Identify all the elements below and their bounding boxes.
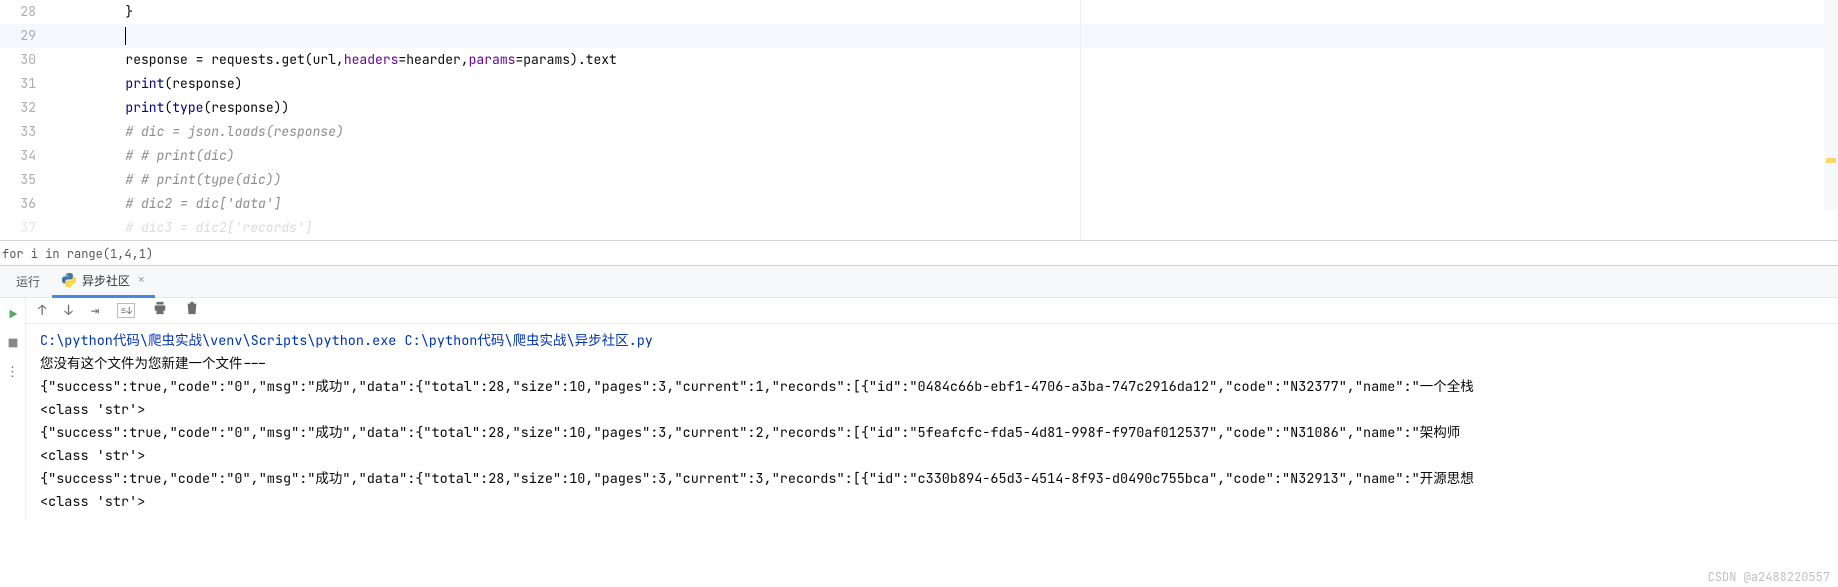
breadcrumb[interactable]: for i in range(1,4,1) [0, 240, 1838, 266]
code-line[interactable]: 30 response = requests.get(url,headers=h… [0, 48, 1838, 72]
code-content[interactable]: print(response) [55, 72, 242, 96]
code-content[interactable]: # dic3 = dic2['records'] [55, 216, 313, 240]
line-number: 29 [0, 24, 55, 48]
run-toolbar-left: ⋮ [0, 298, 26, 520]
rerun-icon[interactable] [5, 306, 20, 321]
code-content[interactable]: } [55, 0, 133, 24]
code-content[interactable]: print(type(response)) [55, 96, 289, 120]
code-line[interactable]: 36 # dic2 = dic['data'] [0, 192, 1838, 216]
line-number: 36 [0, 192, 55, 216]
console-line: 您没有这个文件为您新建一个文件--- [40, 353, 1824, 376]
line-number: 34 [0, 144, 55, 168]
code-line[interactable]: 29 [0, 24, 1838, 48]
more-icon[interactable]: ⋮ [5, 364, 20, 379]
code-line[interactable]: 37 # dic3 = dic2['records'] [0, 216, 1838, 240]
run-label: 运行 [8, 273, 48, 290]
console-line: <class 'str'> [40, 445, 1824, 468]
down-icon[interactable]: ↓ [64, 302, 72, 320]
run-tab-label: 异步社区 [82, 272, 130, 289]
code-content[interactable]: # dic = json.loads(response) [55, 120, 344, 144]
watermark: CSDN @a2488220557 [1708, 569, 1830, 585]
line-number: 35 [0, 168, 55, 192]
line-number: 32 [0, 96, 55, 120]
code-line[interactable]: 33 # dic = json.loads(response) [0, 120, 1838, 144]
code-line[interactable]: 32 print(type(response)) [0, 96, 1838, 120]
console-line: {"success":true,"code":"0","msg":"成功","d… [40, 468, 1824, 491]
console-toolbar: ↑ ↓ ⇥ ≡↓ [26, 298, 1838, 324]
up-icon[interactable]: ↑ [38, 302, 46, 320]
code-line[interactable]: 35 # # print(type(dic)) [0, 168, 1838, 192]
close-icon[interactable]: ✕ [138, 273, 145, 287]
margin-guide [1080, 0, 1081, 240]
soft-wrap-icon[interactable]: ⇥ [91, 302, 99, 320]
python-icon [62, 273, 76, 287]
code-editor[interactable]: 28 }29 30 response = requests.get(url,he… [0, 0, 1838, 240]
console-command: C:\python代码\爬虫实战\venv\Scripts\python.exe… [40, 330, 1824, 353]
code-line[interactable]: 28 } [0, 0, 1838, 24]
code-content[interactable]: response = requests.get(url,headers=hear… [55, 48, 617, 72]
code-content[interactable]: # # print(type(dic)) [55, 168, 281, 192]
line-number: 31 [0, 72, 55, 96]
stop-icon[interactable] [5, 335, 20, 350]
console-output[interactable]: C:\python代码\爬虫实战\venv\Scripts\python.exe… [26, 324, 1838, 520]
code-line[interactable]: 31 print(response) [0, 72, 1838, 96]
code-content[interactable] [55, 24, 126, 48]
run-tab[interactable]: 异步社区 ✕ [52, 266, 155, 298]
line-number: 37 [0, 216, 55, 240]
warning-marker[interactable] [1826, 158, 1836, 163]
run-tool-window: 运行 异步社区 ✕ ⋮ ↑ ↓ ⇥ ≡↓ [0, 266, 1838, 520]
console-line: <class 'str'> [40, 491, 1824, 514]
trash-icon[interactable] [185, 301, 199, 320]
print-icon[interactable] [153, 301, 167, 320]
console-line: {"success":true,"code":"0","msg":"成功","d… [40, 422, 1824, 445]
console-line: <class 'str'> [40, 399, 1824, 422]
line-number: 30 [0, 48, 55, 72]
run-tab-bar: 运行 异步社区 ✕ [0, 266, 1838, 298]
text-cursor [125, 27, 126, 45]
code-content[interactable]: # dic2 = dic['data'] [55, 192, 281, 216]
code-line[interactable]: 34 # # print(dic) [0, 144, 1838, 168]
line-number: 33 [0, 120, 55, 144]
editor-scrollbar-track[interactable] [1824, 0, 1838, 210]
console-line: {"success":true,"code":"0","msg":"成功","d… [40, 376, 1824, 399]
line-number: 28 [0, 0, 55, 24]
scroll-to-end-icon[interactable]: ≡↓ [117, 303, 135, 318]
code-content[interactable]: # # print(dic) [55, 144, 235, 168]
